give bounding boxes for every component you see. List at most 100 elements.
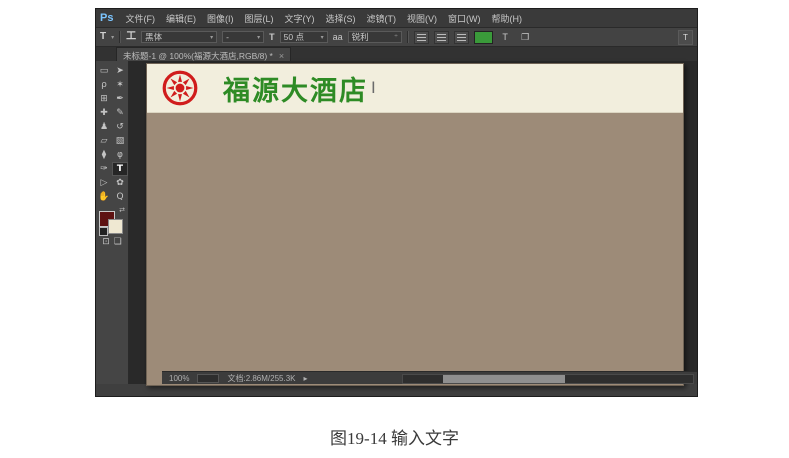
- background-color-swatch[interactable]: [108, 219, 123, 234]
- healing-brush-icon: ✚: [100, 109, 108, 118]
- document-area: 福源大酒店 Ⅰ 100% 文档:2.86M/255.3K ▸: [129, 61, 697, 384]
- antialias-select[interactable]: 锐利 ÷: [348, 31, 402, 43]
- menu-select[interactable]: 选择(S): [325, 12, 355, 25]
- status-field: [197, 374, 219, 383]
- eraser-icon: ▱: [101, 137, 108, 146]
- divider: [407, 31, 409, 43]
- font-size-caret-icon: ▾: [321, 34, 324, 41]
- align-left-icon: [417, 34, 426, 41]
- brush-tool-button[interactable]: ✎: [112, 106, 128, 120]
- workspace: ▭ ➤ ρ ✶ ⊞ ✒ ✚ ✎ ♟ ↺ ▱ ▧ ⧫ φ ✑ T ▷: [96, 61, 697, 384]
- hotel-name-text: 福源大酒店: [223, 69, 368, 108]
- menu-file[interactable]: 文件(F): [125, 12, 155, 25]
- custom-shape-tool-button[interactable]: ✿: [112, 176, 128, 190]
- dodge-tool-button[interactable]: φ: [112, 148, 128, 162]
- eyedropper-icon: ✒: [116, 95, 124, 104]
- lasso-icon: ρ: [101, 81, 107, 90]
- move-icon: ➤: [116, 67, 124, 76]
- align-right-icon: [457, 34, 466, 41]
- toggle-panels-icon[interactable]: ❐: [518, 32, 533, 43]
- hand-tool-button[interactable]: ✋: [96, 190, 112, 204]
- close-tab-icon[interactable]: ×: [279, 51, 284, 61]
- menu-image[interactable]: 图像(I): [207, 12, 234, 25]
- menu-filter[interactable]: 滤镜(T): [366, 12, 396, 25]
- menu-view[interactable]: 视图(V): [407, 12, 437, 25]
- font-size-icon: T: [269, 32, 275, 42]
- rectangular-marquee-tool-button[interactable]: ▭: [96, 64, 112, 78]
- crop-tool-button[interactable]: ⊞: [96, 92, 112, 106]
- eyedropper-tool-button[interactable]: ✒: [112, 92, 128, 106]
- warp-text-icon[interactable]: T: [498, 32, 513, 42]
- align-center-icon: [437, 34, 446, 41]
- healing-brush-tool-button[interactable]: ✚: [96, 106, 112, 120]
- status-popup-arrow-icon[interactable]: ▸: [304, 374, 308, 383]
- zoom-icon: Q: [116, 193, 123, 202]
- history-brush-tool-button[interactable]: ↺: [112, 120, 128, 134]
- toolbox: ▭ ➤ ρ ✶ ⊞ ✒ ✚ ✎ ♟ ↺ ▱ ▧ ⧫ φ ✑ T ▷: [96, 61, 129, 384]
- horizontal-scrollbar[interactable]: [402, 374, 694, 384]
- quick-mask-icon[interactable]: ⊡: [102, 237, 110, 247]
- tool-options-bar: T ▾ 工 黑体 ▾ - ▾ T 50 点 ▾ aa 锐利 ÷: [96, 28, 697, 47]
- default-colors-icon[interactable]: [99, 227, 108, 236]
- canvas[interactable]: 福源大酒店 Ⅰ: [146, 63, 684, 386]
- quick-selection-icon: ✶: [116, 81, 124, 90]
- status-bar: 100% 文档:2.86M/255.3K ▸: [162, 371, 697, 384]
- hand-icon: ✋: [98, 193, 109, 202]
- history-brush-icon: ↺: [116, 123, 124, 132]
- align-left-button[interactable]: [414, 31, 429, 44]
- dodge-icon: φ: [117, 151, 123, 160]
- quick-selection-tool-button[interactable]: ✶: [112, 78, 128, 92]
- path-selection-tool-button[interactable]: ▷: [96, 176, 112, 190]
- scrollbar-thumb[interactable]: [443, 375, 565, 383]
- menu-help[interactable]: 帮助(H): [491, 12, 522, 25]
- docked-panel-button[interactable]: T: [678, 30, 693, 45]
- toolbox-bottom: ⊡ ❏: [96, 237, 128, 247]
- align-right-button[interactable]: [454, 31, 469, 44]
- page: Ps 文件(F) 编辑(E) 图像(I) 图层(L) 文字(Y) 选择(S) 滤…: [0, 0, 789, 458]
- brush-icon: ✎: [116, 109, 124, 118]
- photoshop-window: Ps 文件(F) 编辑(E) 图像(I) 图层(L) 文字(Y) 选择(S) 滤…: [95, 8, 698, 397]
- type-tool-icon[interactable]: T: [100, 32, 106, 42]
- eraser-tool-button[interactable]: ▱: [96, 134, 112, 148]
- font-family-select[interactable]: 黑体 ▾: [141, 31, 217, 43]
- zoom-tool-button[interactable]: Q: [112, 190, 128, 204]
- lasso-tool-button[interactable]: ρ: [96, 78, 112, 92]
- gradient-icon: ▧: [116, 137, 125, 146]
- path-selection-icon: ▷: [101, 179, 108, 188]
- menu-type[interactable]: 文字(Y): [284, 12, 314, 25]
- font-family-caret-icon: ▾: [210, 34, 213, 41]
- clone-stamp-icon: ♟: [100, 123, 108, 132]
- rectangular-marquee-icon: ▭: [100, 67, 109, 76]
- pen-icon: ✑: [100, 165, 108, 174]
- menu-edit[interactable]: 编辑(E): [166, 12, 196, 25]
- menu-layer[interactable]: 图层(L): [244, 12, 273, 25]
- font-family-value: 黑体: [145, 31, 162, 43]
- menu-bar: Ps 文件(F) 编辑(E) 图像(I) 图层(L) 文字(Y) 选择(S) 滤…: [96, 9, 697, 28]
- figure-caption: 图19-14 输入文字: [0, 424, 789, 449]
- menu-window[interactable]: 窗口(W): [448, 12, 481, 25]
- crop-icon: ⊞: [100, 95, 108, 104]
- zoom-level-text[interactable]: 100%: [169, 374, 189, 383]
- sunburst-logo-icon: [161, 69, 199, 107]
- move-tool-button[interactable]: ➤: [112, 64, 128, 78]
- text-orientation-icon[interactable]: 工: [126, 32, 136, 42]
- swap-colors-icon[interactable]: ⇄: [119, 206, 125, 214]
- divider: [119, 31, 121, 43]
- font-style-select[interactable]: - ▾: [222, 31, 264, 43]
- type-tool-button[interactable]: T: [112, 162, 128, 176]
- blur-tool-button[interactable]: ⧫: [96, 148, 112, 162]
- tool-preset-caret-icon[interactable]: ▾: [111, 34, 114, 41]
- pen-tool-button[interactable]: ✑: [96, 162, 112, 176]
- custom-shape-icon: ✿: [116, 179, 124, 188]
- document-tab-title: 未标题-1 @ 100%(福源大酒店,RGB/8) *: [123, 50, 273, 62]
- font-size-select[interactable]: 50 点 ▾: [280, 31, 328, 43]
- antialias-icon: aa: [333, 32, 343, 42]
- clone-stamp-tool-button[interactable]: ♟: [96, 120, 112, 134]
- text-color-swatch[interactable]: [474, 31, 493, 44]
- blur-icon: ⧫: [102, 151, 106, 160]
- antialias-value: 锐利: [352, 31, 369, 43]
- screen-mode-icon[interactable]: ❏: [114, 237, 122, 247]
- align-center-button[interactable]: [434, 31, 449, 44]
- gradient-tool-button[interactable]: ▧: [112, 134, 128, 148]
- banner-area: 福源大酒店 Ⅰ: [147, 64, 683, 113]
